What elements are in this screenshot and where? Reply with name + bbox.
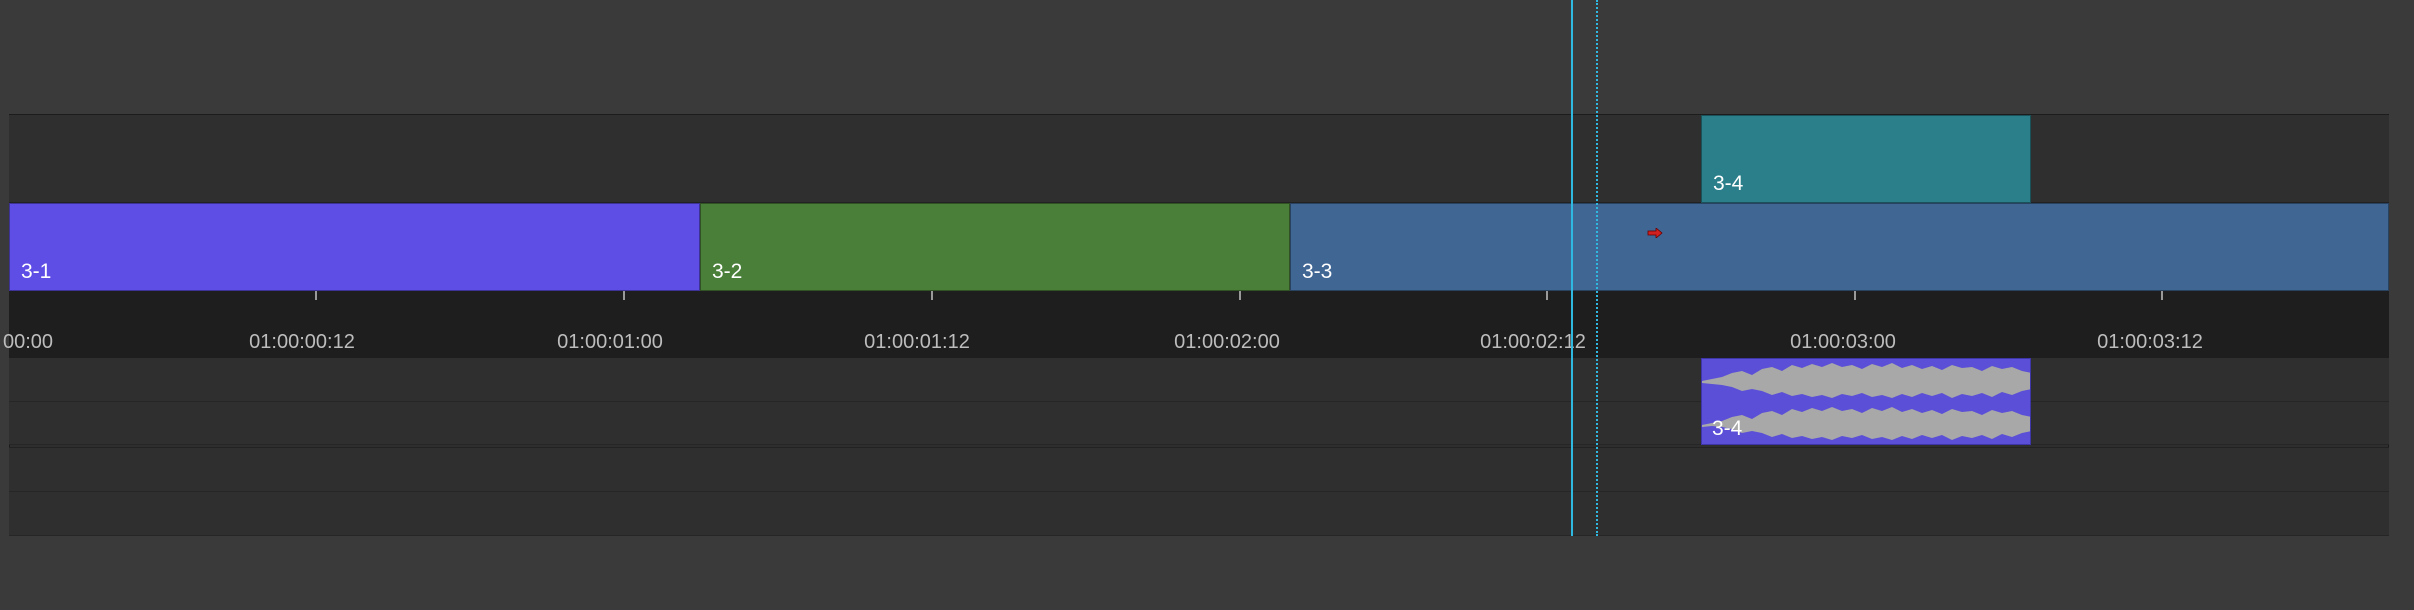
ruler-label: 01:00:03:12 <box>2097 331 2203 353</box>
clip-3-2[interactable]: 3-2 <box>700 203 1290 291</box>
clip-label: 3-3 <box>1302 260 1333 283</box>
primary-storyline: 3-1 3-2 3-3 <box>9 203 2389 291</box>
ruler-label: 01:00:02:00 <box>1174 331 1280 353</box>
waveform <box>1702 363 2030 440</box>
clip-3-4-connected[interactable]: 3-4 <box>1701 115 2031 203</box>
skimmer-line <box>1596 0 1598 536</box>
ruler-tick <box>1546 291 1548 300</box>
audio-clip-3-4[interactable]: 3-4 <box>1701 358 2031 445</box>
ruler-tick <box>931 291 933 300</box>
ruler-tick <box>315 291 317 300</box>
clip-label: 3-4 <box>1713 172 1744 195</box>
ruler-tick <box>623 291 625 300</box>
ruler-tick <box>1854 291 1856 300</box>
ruler-label: 01:00:00:12 <box>249 331 355 353</box>
ruler-label: 01:00:03:00 <box>1790 331 1896 353</box>
ruler-label: 00:00 <box>3 331 54 353</box>
clip-label: 3-2 <box>712 260 743 283</box>
clip-3-3[interactable]: 3-3 <box>1290 203 2389 291</box>
timecode-ruler[interactable]: 00:00 01:00:00:12 01:00:01:00 01:00:01:1… <box>3 291 2389 358</box>
clip-label: 3-1 <box>21 260 52 283</box>
ruler-label: 01:00:01:00 <box>557 331 663 353</box>
ruler-tick <box>1239 291 1241 300</box>
ruler-label: 01:00:02:12 <box>1480 331 1586 353</box>
clip-3-1[interactable]: 3-1 <box>9 203 700 291</box>
audio-track-2 <box>9 447 2389 536</box>
marker-arrow-icon[interactable] <box>1647 228 1663 238</box>
clip-label: 3-4 <box>1712 417 1743 440</box>
audio-track-1 <box>9 358 2389 445</box>
ruler-label: 01:00:01:12 <box>864 331 970 353</box>
ruler-tick <box>2161 291 2163 300</box>
playhead[interactable] <box>1571 0 1573 536</box>
connected-video-track: 3-4 <box>9 115 2389 203</box>
